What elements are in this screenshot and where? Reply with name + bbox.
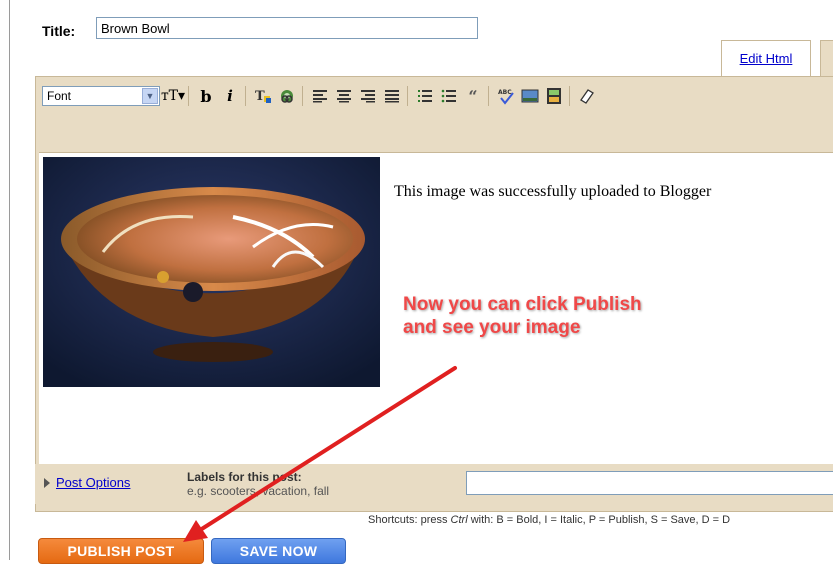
title-row: Title: [42, 18, 85, 44]
link-icon[interactable] [276, 85, 298, 107]
align-right-icon[interactable] [357, 85, 379, 107]
title-label: Title: [42, 23, 76, 39]
annotation-callout: Now you can click Publish and see your i… [403, 293, 642, 339]
font-select[interactable]: Font ▼ [42, 86, 160, 106]
toolbar-divider [302, 86, 303, 106]
eraser-icon[interactable] [576, 85, 598, 107]
bowl-image [43, 157, 380, 387]
svg-text:ABC: ABC [498, 89, 512, 96]
edit-html-link[interactable]: Edit Html [740, 51, 793, 66]
editor-toolbar: Font ▼ тT▾ b i T “ ABC [42, 84, 598, 108]
toolbar-divider [569, 86, 570, 106]
chevron-down-icon[interactable]: ▼ [142, 88, 158, 104]
title-input[interactable] [96, 17, 478, 39]
bullet-list-icon[interactable] [438, 85, 460, 107]
shortcuts-key: Ctrl [450, 514, 468, 526]
image-icon[interactable] [519, 85, 541, 107]
labels-input[interactable] [466, 471, 833, 495]
shortcuts-rest: with: B = Bold, I = Italic, P = Publish,… [470, 514, 731, 526]
publish-post-button[interactable]: PUBLISH POST [38, 538, 204, 564]
align-center-icon[interactable] [333, 85, 355, 107]
labels-example: e.g. scooters, vacation, fall [187, 484, 330, 498]
window-left-border [9, 0, 10, 560]
numbered-list-icon[interactable] [414, 85, 436, 107]
labels-title: Labels for this post: [187, 470, 302, 484]
shortcuts-prefix: Shortcuts: press [368, 514, 448, 526]
shortcuts-hint: Shortcuts: press Ctrl with: B = Bold, I … [368, 514, 730, 526]
svg-text:T: T [255, 89, 265, 104]
font-select-value: Font [47, 89, 72, 103]
font-size-icon[interactable]: тT▾ [161, 85, 185, 107]
video-icon[interactable] [543, 85, 565, 107]
toolbar-divider [188, 86, 189, 106]
annotation-line-2: and see your image [403, 317, 581, 338]
expand-triangle-icon[interactable] [44, 477, 50, 488]
annotation-line-1: Now you can click Publish [403, 294, 642, 315]
toolbar-divider [488, 86, 489, 106]
italic-icon[interactable]: i [219, 85, 241, 107]
justify-icon[interactable] [381, 85, 403, 107]
post-options[interactable]: Post Options [44, 475, 130, 490]
blockquote-icon[interactable]: “ [462, 85, 484, 107]
spell-check-icon[interactable]: ABC [495, 85, 517, 107]
tab-compose[interactable] [820, 40, 833, 76]
post-options-link[interactable]: Post Options [56, 475, 130, 490]
toolbar-divider [407, 86, 408, 106]
text-color-icon[interactable]: T [252, 85, 274, 107]
bold-icon[interactable]: b [195, 85, 217, 107]
toolbar-divider [245, 86, 246, 106]
save-now-button[interactable]: SAVE NOW [211, 538, 346, 564]
body-text: This image was successfully uploaded to … [394, 183, 712, 200]
tab-edit-html[interactable]: Edit Html [721, 40, 811, 76]
align-left-icon[interactable] [309, 85, 331, 107]
